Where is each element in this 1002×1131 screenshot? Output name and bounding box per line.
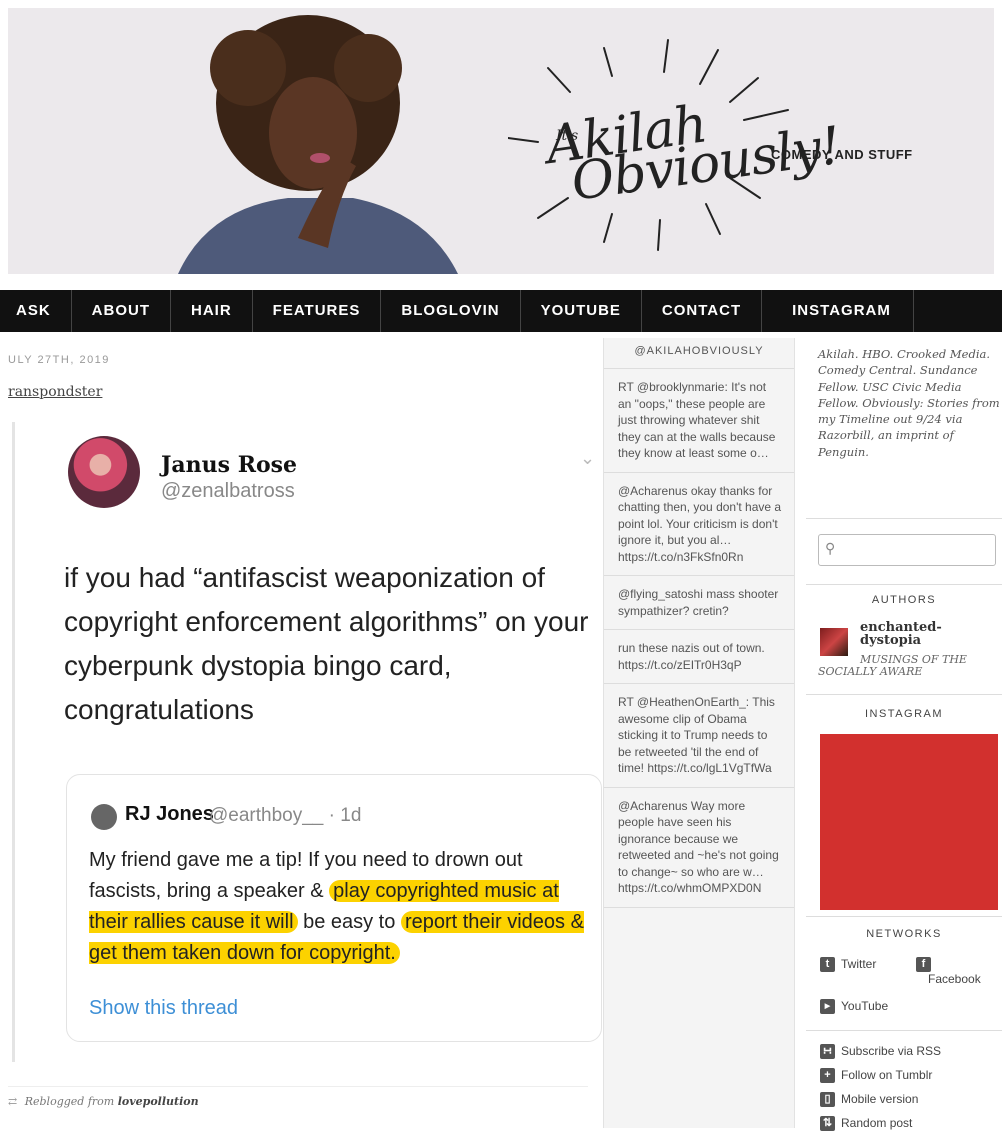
show-thread-link: Show this thread [89,997,238,1019]
authors-heading: AUTHORS [871,594,937,606]
networks-heading: NETWORKS [866,928,942,940]
twitter-feed: @AKILAHOBVIOUSLY RT @brooklynmarie: It's… [603,338,795,1128]
tweet-item[interactable]: @Acharenus Way more people have seen his… [604,788,794,908]
tweet-item[interactable]: RT @brooklynmarie: It's not an "oops," t… [604,369,794,473]
header-banner[interactable]: It's Akilah Obviously! COMEDY AND STUFF [8,8,994,274]
rss-label: Subscribe via RSS [841,1044,942,1058]
quoted-tweet: RJ Jones @earthboy__ · 1d My friend gave… [66,774,602,1042]
tweet-text: if you had “antifascist weaponization of… [64,562,589,725]
nav-hair[interactable]: HAIR [171,290,253,332]
quoted-text-part-2: be easy to [303,911,396,933]
mobile-version-link[interactable]: ▯ Mobile version [820,1092,919,1108]
plus-icon: + [820,1068,835,1084]
instagram-heading: INSTAGRAM [864,708,944,720]
instagram-photo[interactable] [820,734,998,910]
site-logo[interactable]: It's Akilah Obviously! [508,28,843,268]
quoted-author-handle: @earthboy__ · 1d [209,805,362,826]
follow-label: Follow on Tumblr [841,1068,933,1082]
post-source-link[interactable]: ranspondster [8,384,102,400]
author-sub-line-2: SOCIALLY AWARE [818,665,923,678]
rss-icon: ∺ [820,1044,835,1060]
right-sidebar: Akilah. HBO. Crooked Media. Comedy Centr… [806,338,1002,1131]
mobile-icon: ▯ [820,1092,835,1108]
quoted-author-avatar [91,804,117,830]
author-subtitle: MUSINGS OF THE SOCIALLY AWARE [818,654,967,678]
portrait-image [138,8,468,274]
divider [806,1030,1002,1031]
blog-description: Akilah. HBO. Crooked Media. Comedy Centr… [818,347,1000,459]
tumblr-t-icon: t [820,957,835,973]
quoted-tweet-text: My friend gave me a tip! If you need to … [89,845,594,969]
mobile-label: Mobile version [841,1092,919,1106]
random-post-link[interactable]: ⇅ Random post [820,1116,912,1131]
main-nav: ASK ABOUT HAIR FEATURES BLOGLOVIN YOUTUB… [0,290,1002,332]
shuffle-icon: ⇅ [820,1116,835,1131]
nav-about[interactable]: ABOUT [72,290,171,332]
facebook-link[interactable]: f Facebook [916,957,981,986]
quoted-author-name: RJ Jones [125,803,214,825]
author-name[interactable]: enchanted- dystopia [860,621,942,647]
reblog-icon: ⇄ [8,1095,18,1108]
divider [806,916,1002,917]
search-field[interactable] [843,539,995,563]
tweet-item[interactable]: run these nazis out of town. https://t.c… [604,630,794,684]
embedded-tweet-image: Janus Rose @zenalbatross ⌄ if you had “a… [24,408,602,1078]
tweet-author-avatar [68,436,140,508]
tweet-item[interactable]: @flying_satoshi mass shooter sympathizer… [604,576,794,630]
twitter-label: Twitter [841,957,877,971]
reblog-prefix: Reblogged from [24,1095,115,1108]
follow-tumblr-link[interactable]: + Follow on Tumblr [820,1068,933,1084]
reblog-from-link[interactable]: lovepollution [118,1095,199,1108]
nav-features[interactable]: FEATURES [253,290,382,332]
youtube-label: YouTube [841,999,889,1013]
subscribe-rss-link[interactable]: ∺ Subscribe via RSS [820,1044,942,1060]
nav-ask[interactable]: ASK [0,290,72,332]
divider [806,518,1002,519]
site-header: It's Akilah Obviously! COMEDY AND STUFF [0,0,1002,290]
tweet-author-handle: @zenalbatross [161,480,295,502]
author-avatar[interactable] [820,628,848,656]
nav-instagram[interactable]: INSTAGRAM [762,290,914,332]
search-input[interactable]: ⚲ [818,534,996,566]
divider [806,694,1002,695]
author-name-line-2: dystopia [860,633,922,648]
divider [806,584,1002,585]
youtube-link[interactable]: ▶ YouTube [820,999,889,1015]
tweet-item[interactable]: RT @HeathenOnEarth_: This awesome clip o… [604,684,794,788]
blockquote-bar [12,422,15,1062]
chevron-down-icon: ⌄ [580,448,596,468]
nav-bloglovin[interactable]: BLOGLOVIN [381,290,521,332]
nav-contact[interactable]: CONTACT [642,290,763,332]
tweet-item[interactable]: @Acharenus okay thanks for chatting then… [604,473,794,576]
nav-youtube[interactable]: YOUTUBE [521,290,642,332]
site-tagline: COMEDY AND STUFF [771,147,913,162]
facebook-label: Facebook [928,972,981,987]
youtube-icon: ▶ [820,999,835,1015]
twitter-feed-header[interactable]: @AKILAHOBVIOUSLY [604,338,794,369]
logo-script: Akilah Obviously! [542,86,843,213]
post-date[interactable]: ULY 27TH, 2019 [8,354,110,366]
twitter-link[interactable]: t Twitter [820,957,877,973]
reblog-line: ⇄ Reblogged from lovepollution [8,1086,588,1113]
facebook-icon: f [916,957,931,973]
tweet-author-name: Janus Rose [161,452,298,478]
search-icon: ⚲ [825,540,836,556]
